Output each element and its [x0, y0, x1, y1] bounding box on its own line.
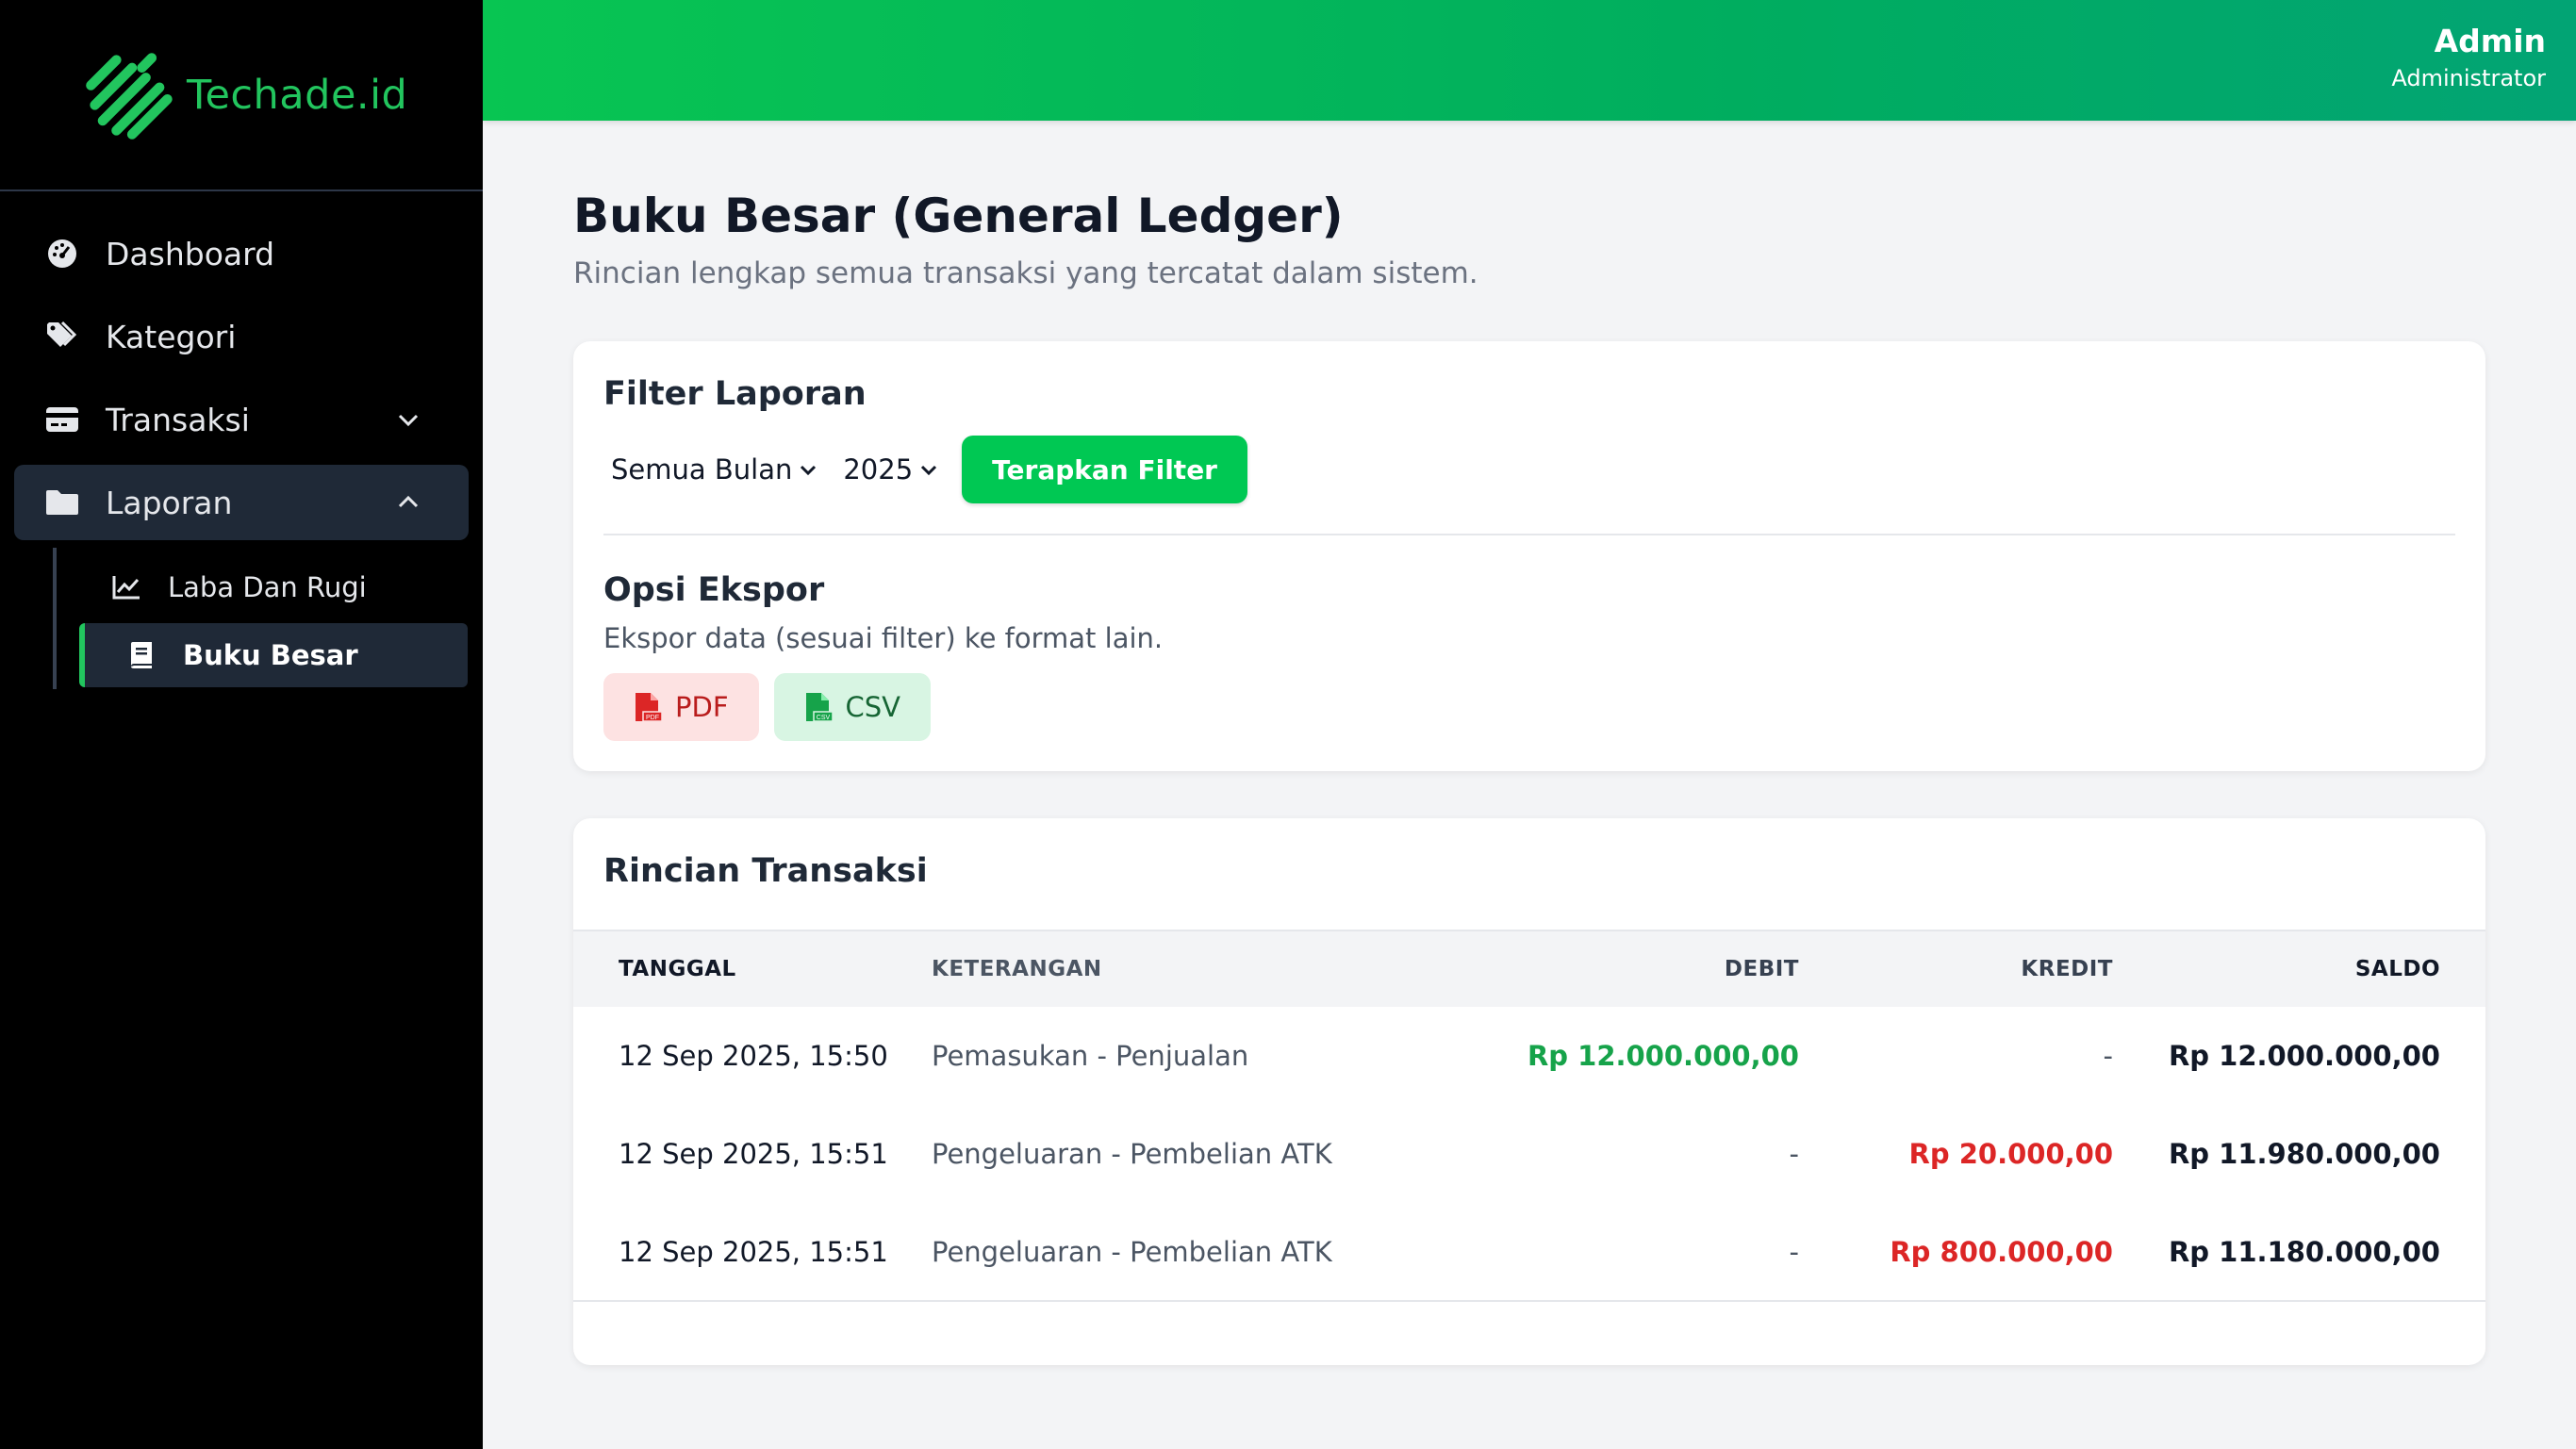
cell-desc: Pengeluaran - Pembelian ATK: [932, 1138, 1332, 1170]
sidebar-item-label: Laporan: [106, 484, 233, 521]
file-csv-icon: CSV: [805, 693, 833, 722]
svg-text:CSV: CSV: [816, 715, 830, 721]
page-title: Buku Besar (General Ledger): [573, 189, 1344, 243]
book-icon: [126, 640, 157, 670]
user-name: Admin: [2434, 23, 2546, 59]
export-title: Opsi Ekspor: [603, 571, 825, 609]
chevron-up-icon[interactable]: [393, 487, 423, 518]
cell-date: 12 Sep 2025, 15:51: [573, 1203, 932, 1302]
sidebar-item-laba-dan-rugi[interactable]: Laba Dan Rugi: [79, 555, 468, 619]
cell-kredit: Rp 20.000,00: [1908, 1138, 2113, 1170]
cell-debit: -: [1422, 1203, 1799, 1302]
sidebar-item-transaksi[interactable]: Transaksi: [14, 382, 469, 457]
filter-card: Filter Laporan Semua Bulan 2025 Terapkan…: [573, 341, 2485, 771]
divider: [603, 534, 2455, 535]
sidebar-item-dashboard[interactable]: Dashboard: [14, 216, 469, 291]
export-row: PDF PDF CSV CSV: [603, 673, 2455, 741]
sidebar-item-kategori[interactable]: Kategori: [14, 299, 469, 374]
sub-item-label: Laba Dan Rugi: [168, 571, 367, 603]
month-select-value: Semua Bulan: [611, 453, 793, 486]
brand-name: Techade.id: [187, 71, 408, 119]
col-saldo: Saldo: [2354, 957, 2440, 981]
export-pdf-label: PDF: [675, 691, 729, 723]
file-pdf-icon: PDF: [636, 693, 662, 722]
user-role: Administrator: [2391, 65, 2546, 91]
sidebar-item-label: Transaksi: [106, 401, 250, 438]
top-header: Admin Administrator: [483, 0, 2576, 121]
year-select[interactable]: 2025: [835, 436, 947, 502]
transactions-card: Rincian Transaksi Tanggal Keterangan Deb…: [573, 818, 2485, 1365]
filter-row: Semua Bulan 2025 Terapkan Filter: [603, 436, 2455, 503]
user-menu[interactable]: Admin Administrator: [2391, 23, 2546, 91]
sidebar: Techade.id Dashboard Kategori Transaksi: [0, 0, 483, 1449]
cell-saldo: Rp 12.000.000,00: [2168, 1040, 2440, 1072]
table-row: 12 Sep 2025, 15:51 Pengeluaran - Pembeli…: [573, 1105, 2485, 1203]
cell-date: 12 Sep 2025, 15:51: [619, 1138, 888, 1170]
month-select[interactable]: Semua Bulan: [603, 436, 826, 502]
cell-desc: Pengeluaran - Pembelian ATK: [932, 1203, 1422, 1302]
export-pdf-button[interactable]: PDF PDF: [603, 673, 759, 741]
svg-text:PDF: PDF: [646, 715, 659, 721]
chart-line-icon: [111, 572, 141, 602]
cell-kredit: Rp 800.000,00: [1799, 1203, 2113, 1302]
sidebar-item-label: Dashboard: [106, 235, 275, 272]
gauge-icon: [45, 237, 79, 271]
transactions-title: Rincian Transaksi: [603, 852, 928, 890]
cell-debit: Rp 12.000.000,00: [1527, 1040, 1799, 1072]
apply-filter-button[interactable]: Terapkan Filter: [962, 436, 1247, 503]
ledger-table: Tanggal Keterangan Debit Kredit Saldo 12…: [573, 931, 2485, 1302]
techade-logo-icon: [86, 52, 173, 140]
sidebar-item-buku-besar[interactable]: Buku Besar: [79, 623, 468, 687]
table-header-row: Tanggal Keterangan Debit Kredit Saldo: [573, 931, 2485, 1007]
filter-title: Filter Laporan: [603, 375, 867, 413]
sidebar-nav: Dashboard Kategori Transaksi Laporan Lab…: [0, 191, 483, 689]
table-row: 12 Sep 2025, 15:50 Pemasukan - Penjualan…: [573, 1007, 2485, 1105]
col-debit: Debit: [1724, 957, 1799, 981]
app: Techade.id Dashboard Kategori Transaksi: [0, 0, 2576, 1449]
credit-card-icon: [45, 403, 79, 436]
logo[interactable]: Techade.id: [0, 0, 483, 191]
tags-icon: [45, 320, 79, 354]
transactions-header: Rincian Transaksi: [573, 818, 2485, 931]
cell-debit: -: [1789, 1138, 1799, 1170]
page-subtitle: Rincian lengkap semua transaksi yang ter…: [573, 256, 1478, 290]
cell-saldo: Rp 11.180.000,00: [2113, 1203, 2485, 1302]
col-keterangan: Keterangan: [932, 957, 1102, 981]
cell-saldo: Rp 11.980.000,00: [2168, 1138, 2440, 1170]
chevron-down-icon: [801, 465, 817, 476]
laporan-submenu: Laba Dan Rugi Buku Besar: [53, 548, 483, 689]
col-tanggal: Tanggal: [619, 957, 736, 981]
export-csv-label: CSV: [845, 691, 901, 723]
col-kredit: Kredit: [2021, 957, 2113, 981]
year-select-value: 2025: [843, 453, 914, 486]
sidebar-item-label: Kategori: [106, 318, 237, 355]
sub-item-label: Buku Besar: [183, 639, 358, 671]
export-description: Ekspor data (sesuai filter) ke format la…: [603, 622, 1164, 654]
sidebar-item-laporan[interactable]: Laporan: [14, 465, 469, 540]
table-row: 12 Sep 2025, 15:51 Pengeluaran - Pembeli…: [573, 1203, 2485, 1302]
folder-icon: [45, 486, 79, 519]
main-content: Buku Besar (General Ledger) Rincian leng…: [573, 189, 2485, 1365]
cell-date: 12 Sep 2025, 15:50: [619, 1040, 888, 1072]
chevron-down-icon: [921, 465, 937, 476]
chevron-down-icon[interactable]: [393, 404, 423, 435]
export-csv-button[interactable]: CSV CSV: [773, 673, 931, 741]
cell-desc: Pemasukan - Penjualan: [932, 1040, 1249, 1072]
cell-kredit: -: [2103, 1040, 2113, 1072]
